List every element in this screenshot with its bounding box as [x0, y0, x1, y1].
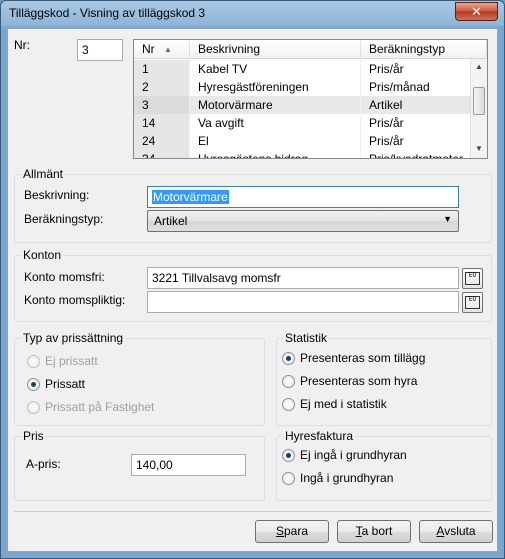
prissattning-title: Typ av prissättning — [21, 331, 126, 345]
pris-title: Pris — [21, 429, 46, 443]
scroll-thumb[interactable] — [473, 87, 485, 115]
col-header-nr[interactable]: Nr ▲ — [134, 40, 190, 59]
hyresfaktura-title: Hyresfaktura — [283, 429, 356, 443]
konto-momspliktig-input[interactable] — [147, 291, 459, 313]
grid-scrollbar[interactable]: ▲ ▼ — [470, 59, 487, 158]
title-bar[interactable]: Tilläggskod - Visning av tilläggskod 3 ✕ — [1, 1, 504, 27]
cell-beskrivning: El — [190, 132, 361, 150]
scroll-up-icon[interactable]: ▲ — [471, 59, 487, 75]
konto-momsfri-label: Konto momsfri: — [24, 270, 105, 284]
radio-dot — [282, 375, 295, 388]
allmant-group: Allmänt — [14, 167, 492, 243]
cell-nr: 34 — [134, 150, 190, 158]
berakningstyp-select[interactable]: Artikel ▼ — [147, 210, 459, 232]
table-row[interactable]: 1 Kabel TV Pris/år — [134, 60, 474, 78]
nr-field[interactable]: 3 — [77, 39, 123, 61]
cell-beskrivning: Motorvärmare — [190, 96, 361, 114]
radio-dot — [282, 398, 295, 411]
scroll-down-icon[interactable]: ▼ — [471, 141, 487, 157]
statistik-title: Statistik — [283, 331, 330, 345]
allmant-title: Allmänt — [21, 167, 66, 181]
berakningstyp-value: Artikel — [154, 214, 188, 228]
radio-dot — [27, 401, 40, 414]
cell-typ: Pris/år — [361, 114, 474, 132]
konto-momsfri-lookup-button[interactable]: EU — [462, 268, 483, 289]
cell-typ: Artikel — [361, 96, 474, 114]
hyresfaktura-group: Hyresfaktura — [276, 429, 492, 501]
col-header-beskrivning[interactable]: Beskrivning — [190, 40, 361, 59]
apris-input[interactable]: 140,00 — [131, 454, 246, 476]
table-row[interactable]: 34 Hyresgästens bidrag Pris/kvadratmeter — [134, 150, 474, 158]
cell-nr: 14 — [134, 114, 190, 132]
table-row[interactable]: 24 El Pris/år — [134, 132, 474, 150]
cell-typ: Pris/månad — [361, 78, 474, 96]
close-icon: ✕ — [471, 4, 482, 19]
table-row[interactable]: 14 Va avgift Pris/år — [134, 114, 474, 132]
radio-dot — [282, 472, 295, 485]
tillaggskod-grid[interactable]: Nr ▲ Beskrivning Beräkningstyp 1 Kabel TV… — [133, 39, 488, 159]
chevron-down-icon: ▼ — [443, 214, 452, 224]
dialog-window: Tilläggskod - Visning av tilläggskod 3 ✕… — [0, 0, 505, 559]
cell-nr: 1 — [134, 60, 190, 78]
radio-dot — [282, 352, 295, 365]
radio-dot — [27, 355, 40, 368]
beskrivning-input[interactable]: Motorvärmare — [147, 186, 459, 208]
cell-typ: Pris/år — [361, 132, 474, 150]
nr-label: Nr: — [14, 38, 30, 52]
cell-beskrivning: Hyresgästföreningen — [190, 78, 361, 96]
konto-momspliktig-label: Konto momspliktig: — [24, 293, 126, 307]
konton-title: Konton — [21, 248, 64, 262]
ta-bort-button[interactable]: Ta bort — [337, 520, 411, 543]
konto-momsfri-input[interactable]: 3221 Tillvalsavg momsfr — [147, 267, 459, 289]
col-header-berakningstyp[interactable]: Beräkningstyp — [361, 40, 487, 59]
radio-dot — [27, 378, 40, 391]
table-row[interactable]: 3 Motorvärmare Artikel — [134, 96, 474, 114]
dialog-client: Nr: 3 Nr ▲ Beskrivning Beräkningstyp 1 Ka… — [7, 28, 498, 552]
cell-nr: 24 — [134, 132, 190, 150]
radio-dot — [282, 449, 295, 462]
cell-nr: 3 — [134, 96, 190, 114]
avsluta-button[interactable]: Avsluta — [419, 520, 493, 543]
cell-beskrivning: Hyresgästens bidrag — [190, 150, 361, 158]
berakningstyp-label: Beräkningstyp: — [24, 212, 104, 226]
apris-label: A-pris: — [26, 457, 61, 471]
konto-momspliktig-lookup-button[interactable]: EU — [462, 292, 483, 313]
table-row[interactable]: 2 Hyresgästföreningen Pris/månad — [134, 78, 474, 96]
beskrivning-label: Beskrivning: — [24, 188, 90, 202]
cell-nr: 2 — [134, 78, 190, 96]
button-separator — [14, 511, 492, 512]
spara-button[interactable]: Spara — [255, 520, 329, 543]
cell-beskrivning: Va avgift — [190, 114, 361, 132]
grid-header: Nr ▲ Beskrivning Beräkningstyp — [134, 40, 487, 59]
account-lookup-icon: EU — [465, 272, 480, 285]
cell-typ: Pris/år — [361, 60, 474, 78]
cell-typ: Pris/kvadratmeter — [361, 150, 474, 158]
close-button[interactable]: ✕ — [455, 2, 498, 21]
sort-asc-icon: ▲ — [164, 45, 172, 54]
cell-beskrivning: Kabel TV — [190, 60, 361, 78]
window-title: Tilläggskod - Visning av tilläggskod 3 — [9, 6, 206, 20]
account-lookup-icon: EU — [465, 296, 480, 309]
